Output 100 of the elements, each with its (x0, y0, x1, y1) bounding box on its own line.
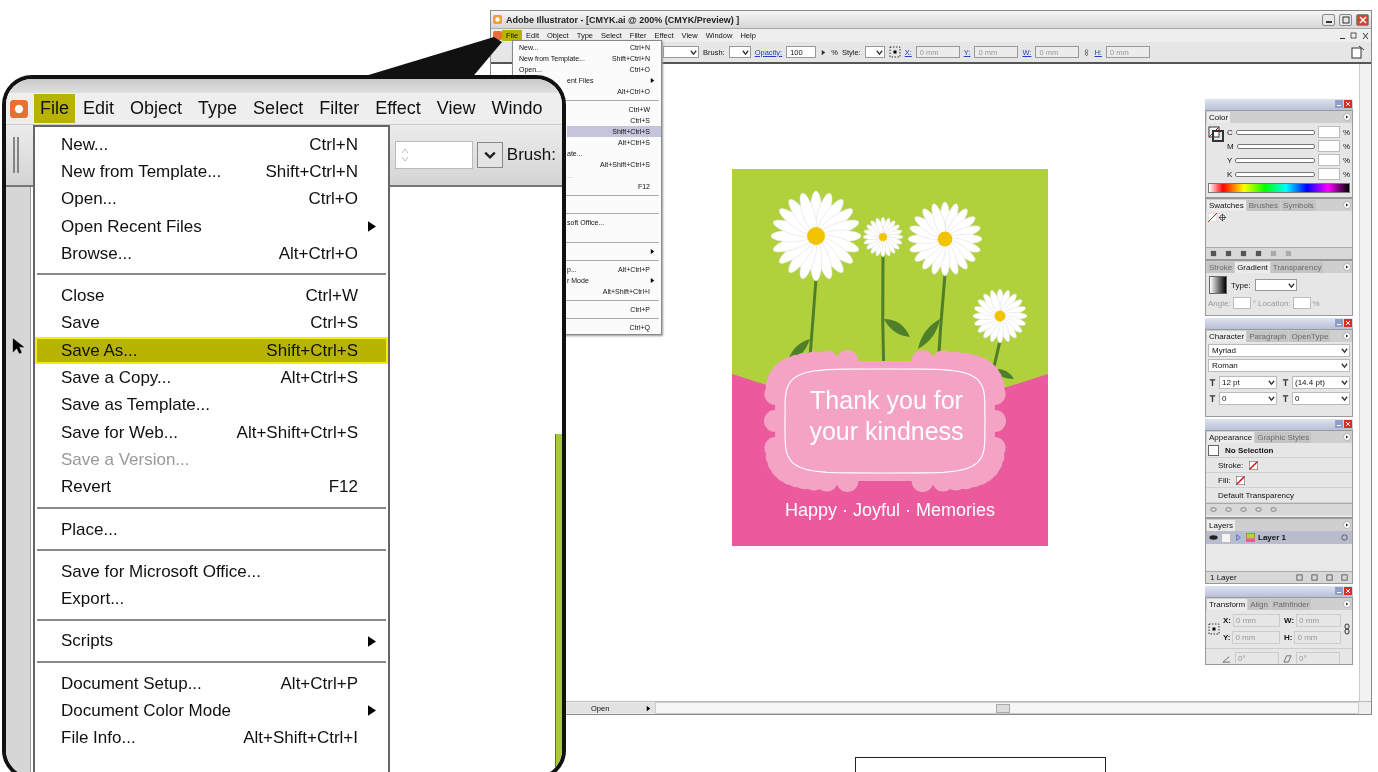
chevron-icon (1287, 281, 1295, 289)
color-ramp-bar[interactable] (1236, 143, 1315, 149)
menu-item[interactable]: Filter (311, 94, 368, 123)
channel-value-field[interactable] (1317, 126, 1340, 138)
chevron-icon (1341, 347, 1348, 354)
menu-item[interactable]: View (428, 94, 484, 123)
vertical-scrollbar[interactable] (1359, 64, 1371, 701)
channel-value-field[interactable] (1317, 168, 1340, 180)
color-spectrum[interactable] (1208, 183, 1350, 193)
menu-entry[interactable]: Save Ctrl+S (35, 309, 388, 338)
type-dropdown[interactable] (1254, 279, 1297, 291)
chevron-icon (1268, 395, 1275, 402)
layer-row[interactable]: Layer 1 (1206, 531, 1352, 544)
kerning-field[interactable]: 0 (1219, 392, 1277, 405)
panel-menu-icon[interactable] (1343, 113, 1351, 121)
menu-item[interactable]: Edit (75, 94, 123, 123)
eye-icon[interactable] (1209, 533, 1218, 542)
horizontal-scrollbar[interactable] (655, 702, 1359, 714)
document-window-controls-icon[interactable] (1339, 31, 1369, 40)
dropdown-button[interactable] (476, 142, 503, 168)
menu-entry[interactable]: Open... Ctrl+O (35, 185, 388, 213)
color-ramp-bar[interactable] (1235, 171, 1315, 177)
menu-entry[interactable]: Scripts (35, 627, 388, 656)
registration-swatch-icon[interactable] (1218, 213, 1227, 222)
panel-tab[interactable]: Transform (1207, 599, 1248, 610)
dropdown-field[interactable] (663, 46, 699, 58)
spinner-field[interactable] (394, 141, 473, 169)
chain-link-icon[interactable] (1083, 48, 1091, 56)
menu-entry[interactable]: Revert F12 (35, 473, 388, 501)
menu-entry[interactable]: Place... (35, 515, 388, 544)
panel-tab[interactable]: Color (1207, 112, 1231, 123)
leading-field[interactable]: (14.4 pt) (1292, 376, 1350, 389)
menu-item[interactable]: Effect (367, 94, 429, 123)
panel-menu-icon[interactable] (1343, 433, 1351, 441)
panel-tab[interactable]: Gradient (1235, 262, 1270, 273)
menu-item[interactable]: Windo (483, 94, 551, 123)
target-icon[interactable] (1340, 533, 1349, 542)
panel-tab[interactable]: Swatches (1207, 200, 1246, 211)
menu-entry[interactable]: Export... (35, 585, 388, 613)
reference-point-icon[interactable] (888, 46, 901, 58)
type-label: Type: (1231, 280, 1251, 290)
panel-menu-icon[interactable] (1343, 521, 1351, 529)
brush-dropdown[interactable] (728, 46, 751, 58)
none-swatch-icon[interactable] (1249, 460, 1259, 470)
close-button[interactable] (1356, 13, 1369, 26)
appearance-attribute[interactable]: Stroke: (1208, 460, 1244, 470)
panel-menu-icon[interactable] (1343, 263, 1351, 271)
lock-toggle[interactable] (1221, 532, 1231, 543)
coordinate-label: W: (1284, 616, 1295, 625)
menu-entry[interactable]: New... Ctrl+N (35, 131, 388, 159)
coordinate-label: X: (1223, 616, 1231, 625)
channel-value-field[interactable] (1317, 154, 1340, 166)
menu-entry[interactable]: Save for Microsoft Office... (35, 558, 388, 586)
panel-menu-icon[interactable] (1343, 600, 1351, 608)
selection-arrow-icon[interactable] (11, 337, 25, 355)
chevron-icon (741, 48, 749, 56)
menu-entry[interactable]: Save for Web... Alt+Shift+Ctrl+S (35, 418, 388, 447)
menu-entry[interactable]: Save as Template... (35, 391, 388, 419)
maximize-button[interactable] (1339, 13, 1352, 26)
menu-entry[interactable]: Save a Copy... Alt+Ctrl+S (35, 364, 388, 392)
menu-entry[interactable]: Open Recent Files (35, 212, 388, 241)
menu-item[interactable]: Select (245, 94, 312, 123)
close-icon (1358, 15, 1367, 24)
panel-tab[interactable]: Layers (1207, 520, 1235, 531)
app-icon (493, 15, 502, 24)
appearance-attribute[interactable]: Fill: (1208, 475, 1231, 485)
panel-tab[interactable]: Character (1207, 331, 1247, 342)
panel-tab[interactable]: Appearance (1207, 432, 1255, 443)
menu-item[interactable]: Object (122, 94, 191, 123)
panel-menu-icon[interactable] (1343, 201, 1351, 209)
font-size-field[interactable]: 12 pt (1219, 376, 1277, 389)
location-field[interactable] (1292, 297, 1311, 309)
none-swatch-icon[interactable] (1208, 213, 1217, 222)
menu-entry[interactable]: File Info... Alt+Shift+Ctrl+I (35, 724, 388, 752)
menu-item[interactable]: Type (190, 94, 246, 123)
menu-entry[interactable]: Save As... Shift+Ctrl+S (35, 337, 388, 365)
channel-value-field[interactable] (1317, 140, 1340, 152)
menu-item[interactable]: File (34, 94, 75, 123)
minimize-button[interactable] (1322, 13, 1335, 26)
none-swatch-icon[interactable] (1236, 475, 1246, 485)
arrow-button-icon[interactable] (820, 48, 828, 56)
color-ramp-bar[interactable] (1235, 157, 1315, 163)
fill-stroke-icon[interactable] (1208, 126, 1224, 142)
menu-entry[interactable]: Document Color Mode (35, 697, 388, 725)
appearance-attribute[interactable]: Default Transparency (1208, 490, 1295, 500)
panel-menu-icon[interactable] (1343, 332, 1351, 340)
angle-field[interactable] (1232, 297, 1251, 309)
menu-entry[interactable]: New from Template... Shift+Ctrl+N (35, 158, 388, 186)
chevron-icon (1341, 395, 1348, 402)
menu-entry[interactable]: Browse... Alt+Ctrl+O (35, 240, 388, 268)
menu-entry[interactable]: Close Ctrl+W (35, 282, 388, 310)
reference-point-icon[interactable] (1208, 623, 1220, 635)
menu-entry[interactable]: Document Setup... Alt+Ctrl+P (35, 670, 388, 698)
document-icon[interactable] (1351, 45, 1365, 59)
font-family-dropdown[interactable]: Myriad (1208, 344, 1350, 357)
color-ramp-bar[interactable] (1235, 129, 1315, 135)
style-dropdown[interactable] (864, 46, 885, 58)
chain-link-icon[interactable] (1344, 623, 1350, 635)
tracking-field[interactable]: 0 (1292, 392, 1350, 405)
font-style-dropdown[interactable]: Roman (1208, 359, 1350, 372)
